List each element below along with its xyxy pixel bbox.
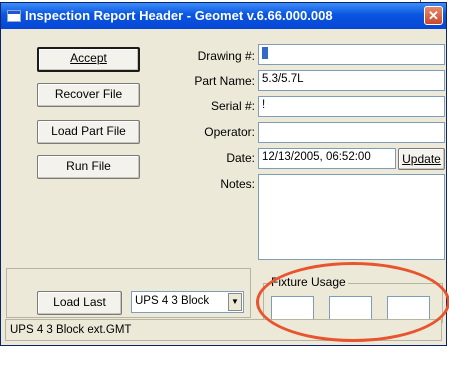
- load-last-button[interactable]: Load Last: [37, 291, 122, 315]
- window-title: Inspection Report Header - Geomet v.6.66…: [25, 8, 333, 23]
- drawing-label: Drawing #:: [197, 49, 255, 63]
- update-button-label: Update: [402, 152, 441, 166]
- date-field[interactable]: 12/13/2005, 06:52:00: [258, 148, 396, 169]
- title-bar[interactable]: Inspection Report Header - Geomet v.6.66…: [1, 3, 446, 29]
- load-part-file-button-label: Load Part File: [51, 124, 126, 138]
- load-last-button-label: Load Last: [53, 295, 106, 309]
- close-icon: ✕: [428, 8, 439, 23]
- recover-file-button[interactable]: Recover File: [37, 83, 140, 107]
- serial-label: Serial #:: [210, 99, 255, 113]
- notes-label: Notes:: [220, 177, 255, 191]
- part-name-field[interactable]: 5.3/5.7L: [258, 70, 445, 91]
- status-text: UPS 4 3 Block ext.GMT: [10, 324, 132, 336]
- part-name-label: Part Name:: [194, 74, 255, 88]
- last-file-select[interactable]: UPS 4 3 Block ▼: [131, 291, 244, 313]
- update-button[interactable]: Update: [398, 148, 445, 170]
- last-file-selected: UPS 4 3 Block: [135, 295, 210, 307]
- accept-button-label: Accept: [70, 51, 107, 65]
- drawing-field[interactable]: [258, 44, 445, 65]
- load-part-file-button[interactable]: Load Part File: [37, 120, 140, 144]
- operator-label: Operator:: [204, 125, 255, 139]
- highlight-ellipse: [256, 262, 449, 342]
- text-selection-caret: [262, 47, 268, 59]
- run-file-button[interactable]: Run File: [37, 155, 140, 179]
- chevron-down-icon[interactable]: ▼: [228, 293, 242, 311]
- app-window-icon: [7, 10, 21, 22]
- serial-field[interactable]: !: [258, 96, 445, 117]
- close-button[interactable]: ✕: [424, 6, 443, 25]
- run-file-button-label: Run File: [66, 159, 111, 173]
- date-value: 12/13/2005, 06:52:00: [262, 151, 371, 163]
- date-label: Date:: [226, 151, 255, 165]
- accept-button[interactable]: Accept: [37, 47, 140, 72]
- part-name-value: 5.3/5.7L: [262, 73, 304, 85]
- recover-file-button-label: Recover File: [54, 87, 123, 101]
- serial-value: !: [262, 99, 266, 111]
- operator-field[interactable]: [258, 122, 445, 143]
- notes-field[interactable]: [258, 174, 445, 260]
